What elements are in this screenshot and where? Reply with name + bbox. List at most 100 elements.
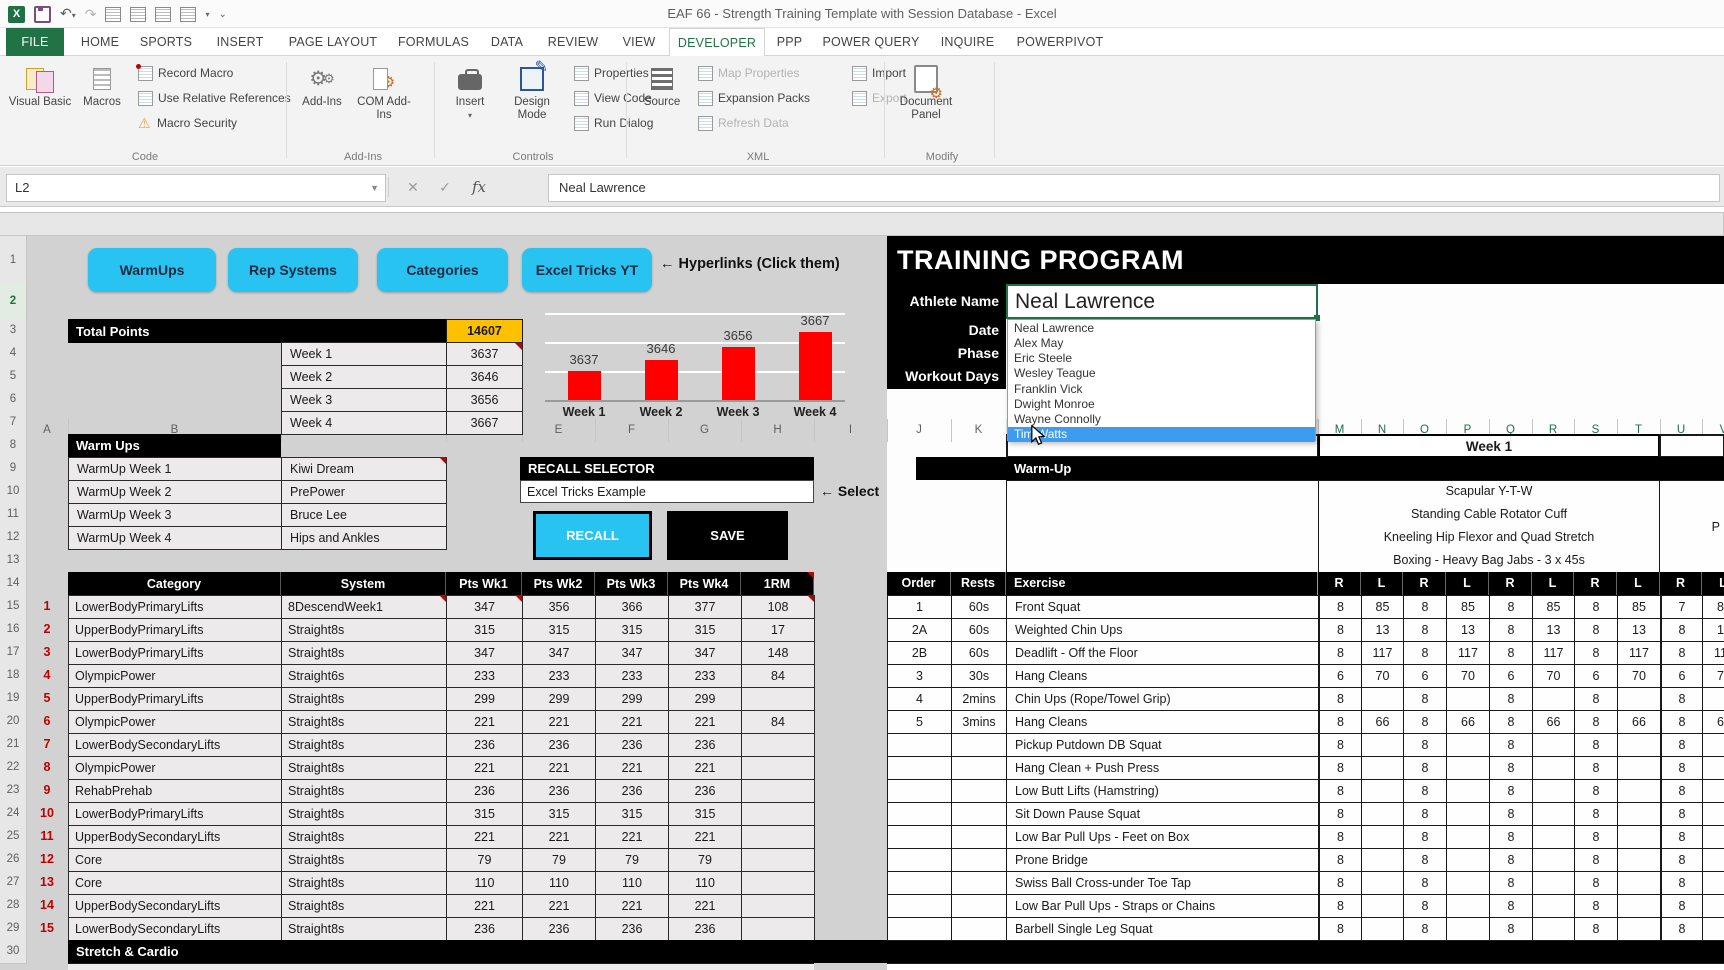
rep-load-cell[interactable] [1617, 756, 1661, 780]
rep-load-cell[interactable]: 8 [1660, 802, 1703, 826]
rep-load-cell[interactable]: 8 [1660, 641, 1703, 665]
rests-cell[interactable] [951, 871, 1007, 895]
points-cell[interactable]: 110 [595, 871, 669, 895]
rep-load-cell[interactable]: 70 [1702, 664, 1724, 688]
rep-load-cell[interactable]: 70 [1361, 664, 1404, 688]
rep-load-cell[interactable] [1617, 802, 1661, 826]
rep-load-cell[interactable]: 8 [1489, 848, 1533, 872]
points-cell[interactable]: 299 [522, 687, 596, 711]
tab-ppp[interactable]: PPP [765, 28, 814, 56]
one-rm-cell[interactable] [741, 894, 815, 918]
rep-load-cell[interactable] [1361, 756, 1404, 780]
points-cell[interactable]: 221 [446, 825, 523, 849]
points-cell[interactable]: 236 [595, 917, 669, 941]
athlete-dropdown-item[interactable]: Dwight Monroe [1008, 396, 1315, 411]
recall-button[interactable]: RECALL [533, 511, 652, 560]
exercise-name-cell[interactable]: Sit Down Pause Squat [1006, 802, 1319, 826]
rep-load-cell[interactable]: 8 [1403, 825, 1447, 849]
order-cell[interactable]: 5 [887, 710, 952, 734]
hyperlink-button-rep-systems[interactable]: Rep Systems [228, 248, 358, 292]
rep-load-cell[interactable]: 87 [1702, 595, 1724, 619]
points-cell[interactable]: 315 [522, 618, 596, 642]
tab-power-query[interactable]: POWER QUERY [816, 28, 926, 56]
rep-load-cell[interactable] [1702, 802, 1724, 826]
enter-icon[interactable]: ✓ [432, 174, 458, 200]
rep-load-cell[interactable] [1446, 687, 1490, 711]
tab-review[interactable]: REVIEW [537, 28, 609, 56]
order-cell[interactable] [887, 848, 952, 872]
rep-load-cell[interactable] [1361, 894, 1404, 918]
hyperlink-button-excel-tricks-yt[interactable]: Excel Tricks YT [522, 248, 652, 292]
row-header-22[interactable]: 22 [0, 756, 27, 780]
rep-load-cell[interactable]: 85 [1617, 595, 1661, 619]
system-cell[interactable]: 8DescendWeek1 [281, 595, 447, 619]
qat-tool-icon[interactable] [105, 6, 122, 22]
exercise-name-cell[interactable]: Low Bar Pull Ups - Feet on Box [1006, 825, 1319, 849]
rep-load-cell[interactable]: 8 [1660, 733, 1703, 757]
points-cell[interactable]: 221 [595, 825, 669, 849]
points-cell[interactable]: 79 [668, 848, 742, 872]
points-cell[interactable]: 221 [668, 894, 742, 918]
rep-load-cell[interactable]: 8 [1574, 733, 1618, 757]
points-cell[interactable]: 236 [446, 917, 523, 941]
points-cell[interactable]: 236 [446, 779, 523, 803]
category-cell[interactable]: LowerBodyPrimaryLifts [68, 802, 282, 826]
rep-load-cell[interactable]: 117 [1702, 641, 1724, 665]
athlete-dropdown-item[interactable]: Tim Watts [1008, 426, 1315, 442]
qat-tool-icon[interactable] [130, 6, 147, 22]
rep-load-cell[interactable]: 8 [1403, 618, 1447, 642]
formula-input[interactable]: Neal Lawrence [548, 174, 1720, 202]
exercise-name-cell[interactable]: Low Bar Pull Ups - Straps or Chains [1006, 894, 1319, 918]
system-cell[interactable]: Straight8s [281, 894, 447, 918]
qat-table-icon[interactable] [155, 6, 172, 22]
row-header-21[interactable]: 21 [0, 733, 27, 757]
active-cell-athlete-name[interactable]: Neal Lawrence [1006, 284, 1318, 319]
row-header-9[interactable]: 9 [0, 457, 27, 481]
system-cell[interactable]: Straight8s [281, 687, 447, 711]
order-cell[interactable] [887, 825, 952, 849]
rep-load-cell[interactable] [1617, 687, 1661, 711]
order-cell[interactable] [887, 894, 952, 918]
exercise-name-cell[interactable]: Deadlift - Off the Floor [1006, 641, 1319, 665]
points-cell[interactable]: 347 [446, 641, 523, 665]
one-rm-cell[interactable] [741, 802, 815, 826]
system-cell[interactable]: Straight8s [281, 641, 447, 665]
points-cell[interactable]: 110 [668, 871, 742, 895]
points-cell[interactable]: 110 [446, 871, 523, 895]
rep-load-cell[interactable]: 8 [1660, 894, 1703, 918]
column-header-A[interactable]: A [26, 419, 69, 442]
points-cell[interactable]: 315 [446, 618, 523, 642]
points-cell[interactable]: 221 [668, 756, 742, 780]
points-cell[interactable]: 236 [522, 779, 596, 803]
rep-load-cell[interactable] [1446, 848, 1490, 872]
rep-load-cell[interactable]: 66 [1702, 710, 1724, 734]
row-header-2[interactable]: 2 [0, 284, 27, 320]
points-cell[interactable]: 221 [522, 756, 596, 780]
row-header-15[interactable]: 15 [0, 595, 27, 619]
points-cell[interactable]: 299 [595, 687, 669, 711]
row-header-27[interactable]: 27 [0, 871, 27, 895]
insert-control-button[interactable]: Insert ▾ [444, 62, 496, 122]
exercise-name-cell[interactable]: Weighted Chin Ups [1006, 618, 1319, 642]
row-header-13[interactable]: 13 [0, 549, 27, 573]
exercise-name-cell[interactable]: Swiss Ball Cross-under Toe Tap [1006, 871, 1319, 895]
rep-load-cell[interactable]: 8 [1489, 595, 1533, 619]
rep-load-cell[interactable]: 8 [1318, 687, 1362, 711]
one-rm-cell[interactable]: 84 [741, 664, 815, 688]
rep-load-cell[interactable]: 8 [1660, 825, 1703, 849]
column-header-F[interactable]: F [595, 419, 669, 442]
category-cell[interactable]: OlympicPower [68, 710, 282, 734]
insert-function-icon[interactable]: fx [466, 174, 492, 200]
rep-load-cell[interactable]: 8 [1403, 871, 1447, 895]
points-cell[interactable]: 236 [522, 917, 596, 941]
name-box-dropdown-icon[interactable]: ▼ [370, 175, 379, 201]
category-cell[interactable]: LowerBodyPrimaryLifts [68, 595, 282, 619]
rep-load-cell[interactable]: 6 [1403, 664, 1447, 688]
rep-load-cell[interactable]: 8 [1489, 871, 1533, 895]
rep-load-cell[interactable]: 8 [1318, 802, 1362, 826]
rep-load-cell[interactable]: 7 [1660, 595, 1703, 619]
rep-load-cell[interactable] [1361, 825, 1404, 849]
system-cell[interactable]: Straight8s [281, 779, 447, 803]
rep-load-cell[interactable] [1702, 848, 1724, 872]
rep-load-cell[interactable]: 85 [1446, 595, 1490, 619]
